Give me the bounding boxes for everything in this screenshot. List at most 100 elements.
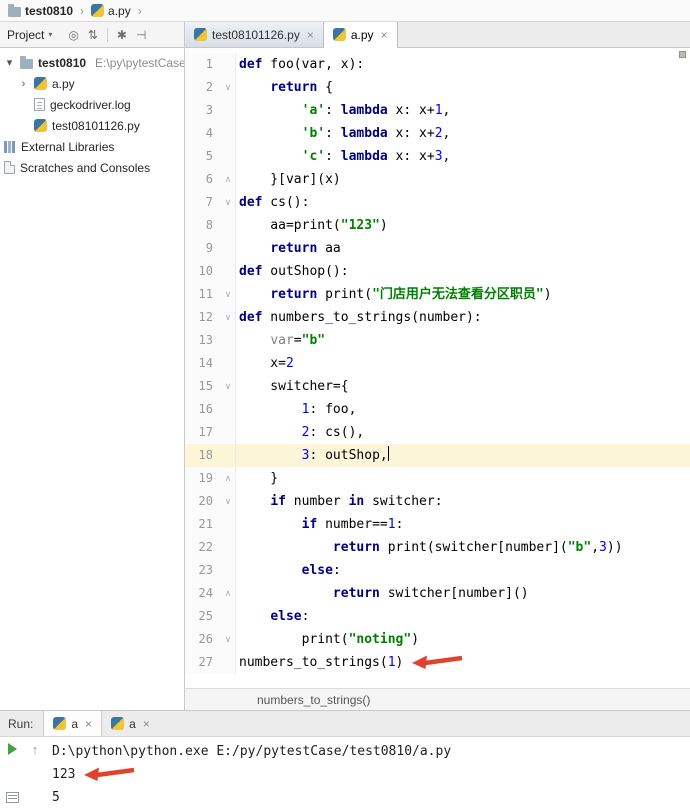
fold-marker-icon[interactable]: ∧ [221, 168, 236, 191]
line-number[interactable]: 10 [185, 260, 221, 283]
fold-marker-icon[interactable]: ∨ [221, 490, 236, 513]
line-number[interactable]: 20 [185, 490, 221, 513]
line-number[interactable]: 27 [185, 651, 221, 674]
project-view-selector[interactable]: Project ▾ [7, 28, 52, 42]
console-line: D:\python\python.exe E:/py/pytestCase/te… [52, 740, 690, 763]
code-text: print("noting") [239, 632, 420, 647]
tree-item-label: test08101126.py [52, 118, 140, 133]
line-number[interactable]: 22 [185, 536, 221, 559]
editor-tab[interactable]: test08101126.py × [185, 22, 324, 47]
tree-collapsed-arrow-icon[interactable]: › [18, 78, 29, 90]
close-tab-icon[interactable]: × [143, 717, 150, 731]
editor-lines[interactable]: 1 def foo(var, x): 2 ∨ return {3 'a': lambd… [185, 48, 690, 688]
breadcrumb-item[interactable]: a.py [89, 4, 133, 18]
tree-item-a-py[interactable]: › a.py [0, 73, 184, 94]
line-number[interactable]: 2 [185, 76, 221, 99]
console-output[interactable]: D:\python\python.exe E:/py/pytestCase/te… [46, 737, 690, 808]
line-number[interactable]: 26 [185, 628, 221, 651]
line-number[interactable]: 6 [185, 168, 221, 191]
fold-marker-icon[interactable]: ∧ [221, 582, 236, 605]
close-tab-icon[interactable]: × [85, 717, 92, 731]
fold-marker-icon[interactable]: ∨ [221, 628, 236, 651]
fold-marker-icon[interactable]: ∨ [221, 283, 236, 306]
tree-item-geckodriver-log[interactable]: geckodriver.log [0, 94, 184, 115]
line-number[interactable]: 8 [185, 214, 221, 237]
code-text: def foo(var, x): [239, 57, 365, 72]
run-tab-label: a [129, 716, 136, 731]
line-number[interactable]: 4 [185, 122, 221, 145]
code-line: 24 ∧ return switcher[number]() [185, 582, 690, 605]
settings-icon[interactable]: ✱ [117, 28, 127, 42]
code-text: return { [270, 80, 333, 95]
breadcrumb-separator-icon: › [80, 3, 85, 18]
line-number[interactable]: 5 [185, 145, 221, 168]
code-text: def outShop(): [239, 264, 349, 279]
locate-file-icon[interactable]: ◎ [68, 28, 78, 42]
line-number[interactable]: 19 [185, 467, 221, 490]
hide-panel-icon[interactable]: ⊣ [136, 28, 146, 42]
editor-tab[interactable]: a.py × [323, 22, 398, 48]
line-number[interactable]: 25 [185, 605, 221, 628]
nav-breadcrumb-bar: test0810 › a.py › [0, 0, 690, 22]
line-number[interactable]: 14 [185, 352, 221, 375]
main-area: ▾ test0810 E:\py\pytestCase › a.py geckodrive… [0, 48, 690, 710]
line-number[interactable]: 16 [185, 398, 221, 421]
line-number[interactable]: 17 [185, 421, 221, 444]
line-number[interactable]: 24 [185, 582, 221, 605]
line-number[interactable]: 3 [185, 99, 221, 122]
code-line: 1 def foo(var, x): [185, 53, 690, 76]
line-number[interactable]: 12 [185, 306, 221, 329]
tree-item-test0810[interactable]: ▾ test0810 E:\py\pytestCase [0, 52, 184, 73]
tree-item-path: E:\py\pytestCase [95, 55, 184, 70]
code-text: 3: outShop, [301, 446, 390, 463]
code-line: 2 ∨ return { [185, 76, 690, 99]
fold-marker-icon[interactable]: ∨ [221, 191, 236, 214]
tree-item-test08101126-py[interactable]: test08101126.py [0, 115, 184, 136]
collapse-all-icon[interactable]: ⇅ [88, 28, 98, 42]
fold-marker-icon[interactable]: ∧ [221, 467, 236, 490]
code-line: 10 def outShop(): [185, 260, 690, 283]
breadcrumb-item[interactable]: test0810 [6, 3, 75, 18]
tree-expanded-arrow-icon[interactable]: ▾ [4, 56, 15, 69]
code-line: 8 aa=print("123") [185, 214, 690, 237]
run-panel-title: Run: [8, 716, 34, 731]
run-tab[interactable]: a × [102, 711, 159, 736]
code-line: 17 2: cs(), [185, 421, 690, 444]
fold-marker-icon[interactable]: ∨ [221, 375, 236, 398]
code-line: 23 else: [185, 559, 690, 582]
line-number[interactable]: 13 [185, 329, 221, 352]
code-text: def cs(): [239, 195, 310, 210]
line-number[interactable]: 18 [185, 444, 221, 467]
close-tab-icon[interactable]: × [381, 28, 388, 42]
code-text: 'c': lambda x: x+3, [301, 149, 451, 164]
line-number[interactable]: 9 [185, 237, 221, 260]
line-number[interactable]: 21 [185, 513, 221, 536]
code-line: 14 x=2 [185, 352, 690, 375]
pycharm-window: test0810 › a.py › Project ▾ ◎ ⇅ ✱ ⊣ test0810112… [0, 0, 690, 808]
run-tab[interactable]: a × [43, 711, 103, 736]
line-number[interactable]: 7 [185, 191, 221, 214]
breadcrumb-separator-icon: › [137, 3, 142, 18]
code-line: 18 3: outShop, [185, 444, 690, 467]
project-panel-header: Project ▾ ◎ ⇅ ✱ ⊣ [0, 22, 185, 48]
code-text: 2: cs(), [301, 425, 365, 440]
code-text: switcher={ [239, 379, 349, 394]
line-number[interactable]: 1 [185, 53, 221, 76]
code-text: return aa [270, 241, 341, 256]
console-settings-icon[interactable] [5, 792, 19, 803]
breadcrumb[interactable]: numbers_to_strings() [257, 693, 370, 707]
close-tab-icon[interactable]: × [307, 28, 314, 42]
line-number[interactable]: 23 [185, 559, 221, 582]
textfile-icon [34, 98, 45, 111]
tree-item-scratches-and-consoles[interactable]: Scratches and Consoles [0, 157, 184, 178]
line-number[interactable]: 11 [185, 283, 221, 306]
text-caret [387, 446, 390, 461]
code-line: 11 ∨ return print("门店用户无法查看分区职员") [185, 283, 690, 306]
fold-marker-icon[interactable]: ∨ [221, 76, 236, 99]
tree-item-external-libraries[interactable]: External Libraries [0, 136, 184, 157]
fold-marker-icon[interactable]: ∨ [221, 306, 236, 329]
code-line: 21 if number==1: [185, 513, 690, 536]
line-number[interactable]: 15 [185, 375, 221, 398]
rerun-icon[interactable] [7, 743, 17, 755]
up-arrow-icon[interactable]: ↑ [32, 742, 39, 757]
